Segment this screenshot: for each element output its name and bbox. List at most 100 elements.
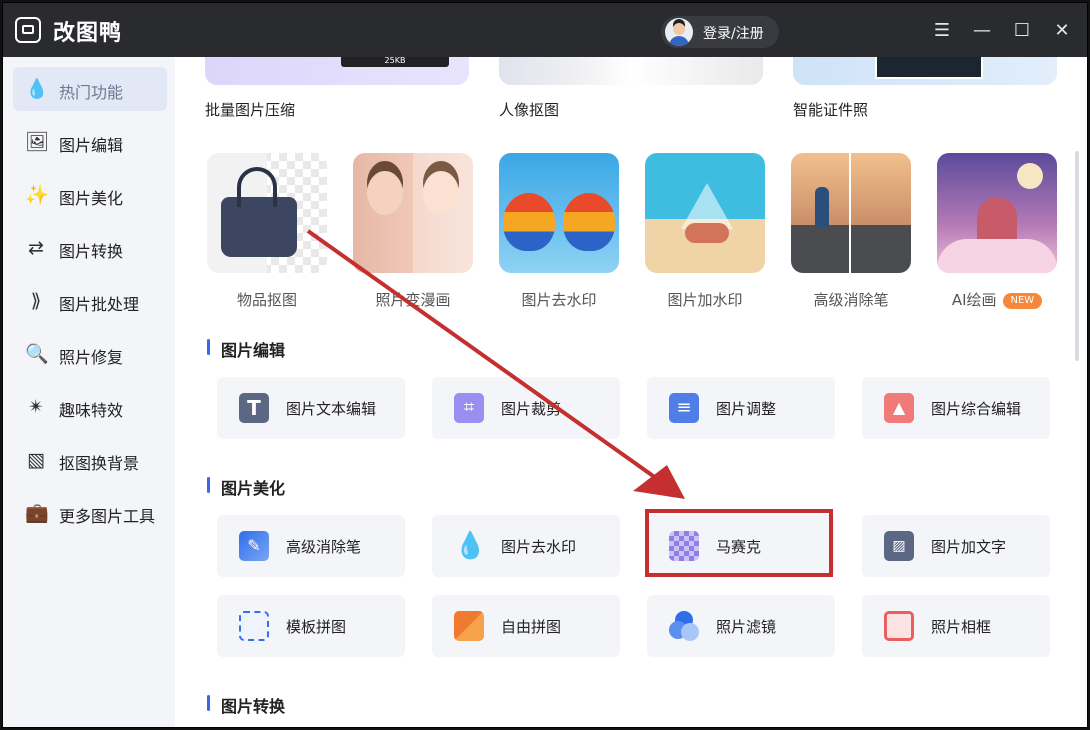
sidebar-item-label: 热门功能 [59,83,124,102]
featured-label[interactable]: 照片变漫画 [353,289,473,310]
top-card-portrait-cutout[interactable] [499,57,763,85]
template-collage-icon [239,611,269,641]
tool-remove-watermark[interactable]: 💧 图片去水印 [432,515,620,577]
image-edit-icon: 🖼 [25,131,50,153]
sidebar-item-label: 更多图片工具 [59,507,156,526]
tool-free-collage[interactable]: 自由拼图 [432,595,620,657]
sidebar-item-photo-repair[interactable]: 🔍 照片修复 [13,332,167,376]
top-card-label[interactable]: 人像抠图 [499,99,559,120]
top-card-batch-compress[interactable]: 25KB [205,57,469,85]
new-badge: NEW [1002,292,1043,309]
comprehensive-edit-icon: ▲ [884,393,914,423]
sidebar-item-label: 图片批处理 [59,295,140,314]
compare-divider [849,153,851,273]
scrollbar[interactable] [1075,151,1079,361]
featured-item-remove-watermark[interactable] [499,153,619,273]
login-label: 登录/注册 [703,26,764,42]
tool-crop[interactable]: ⌗ 图片裁剪 [432,377,620,439]
main-content: 25KB 批量图片压缩 人像抠图 智能证件照 物品抠图 照片变漫画 图片去水印 [175,57,1087,727]
sidebar-item-image-edit[interactable]: 🖼 图片编辑 [13,120,167,164]
featured-item-cutout[interactable] [207,153,327,273]
tool-label: 自由拼图 [501,618,562,636]
tool-text-edit[interactable]: T 图片文本编辑 [217,377,405,439]
top-card-id-photo[interactable] [793,57,1057,85]
close-icon[interactable]: ✕ [1049,18,1075,44]
crop-icon: ⌗ [454,393,484,423]
tool-label: 图片调整 [716,400,777,418]
magic-effect-icon: ✴ [28,396,44,418]
sidebar-item-image-convert[interactable]: ⇄ 图片转换 [13,226,167,270]
tool-filter[interactable]: 照片滤镜 [647,595,835,657]
featured-label[interactable]: 图片加水印 [645,289,765,310]
sidebar-item-hot[interactable]: 💧 热门功能 [13,67,167,111]
photo-frame-icon [884,611,914,641]
free-collage-icon [454,611,484,641]
eraser-pen-icon: ✎ [239,531,269,561]
section-bar [207,695,210,711]
person-silhouette [815,187,829,227]
featured-item-eraser[interactable] [791,153,911,273]
section-title-image-beautify: 图片美化 [221,479,286,498]
sidebar-item-more-tools[interactable]: 💼 更多图片工具 [13,491,167,535]
avatar-icon [665,18,693,46]
sidebar-item-batch[interactable]: ⟫ 图片批处理 [13,279,167,323]
app-name: 改图鸭 [53,21,123,46]
app-window: 改图鸭 登录/注册 ☰ — ☐ ✕ 💧 热门功能 🖼 图片编辑 ✨ 图片美化 ⇄… [2,2,1088,728]
highlight-box [645,509,833,577]
minimize-icon[interactable]: — [969,18,995,44]
app-logo-icon [15,17,41,43]
face-right [423,171,459,215]
tool-template-collage[interactable]: 模板拼图 [217,595,405,657]
sidebar-item-image-beautify[interactable]: ✨ 图片美化 [13,173,167,217]
menu-icon[interactable]: ☰ [929,18,955,44]
image-convert-icon: ⇄ [28,237,44,259]
tool-label: 图片去水印 [501,538,577,556]
add-text-icon: ▨ [884,531,914,561]
section-title-image-convert: 图片转换 [221,697,286,716]
title-bar: 改图鸭 登录/注册 ☰ — ☐ ✕ [3,3,1087,57]
tool-comprehensive-edit[interactable]: ▲ 图片综合编辑 [862,377,1050,439]
tool-label: 照片滤镜 [716,618,777,636]
featured-label[interactable]: 物品抠图 [207,289,327,310]
featured-label-ai[interactable]: AI绘画 NEW [937,289,1057,310]
watermark-drop-icon: 💧 [454,531,487,561]
section-title-image-edit: 图片编辑 [221,341,286,360]
featured-label[interactable]: 高级消除笔 [791,289,911,310]
featured-item-cartoon[interactable] [353,153,473,273]
tool-eraser-pen[interactable]: ✎ 高级消除笔 [217,515,405,577]
login-button[interactable]: 登录/注册 [661,16,779,48]
tool-label: 照片相框 [931,618,992,636]
sidebar-item-label: 照片修复 [59,348,124,367]
tool-adjust[interactable]: ≡ 图片调整 [647,377,835,439]
sidebar-item-label: 图片编辑 [59,136,124,155]
tool-label: 高级消除笔 [286,538,362,556]
sidebar-item-label: 图片转换 [59,242,124,261]
top-card-label[interactable]: 批量图片压缩 [205,99,295,120]
fire-drop-icon: 💧 [25,78,49,100]
handbag-handle [237,167,277,207]
castle-shape [977,197,1017,245]
sidebar-item-fun-effects[interactable]: ✴ 趣味特效 [13,385,167,429]
sidebar-item-label: 抠图换背景 [59,454,140,473]
balloon-right [563,193,615,251]
cutout-background-icon: ▧ [27,449,45,471]
maximize-icon[interactable]: ☐ [1009,18,1035,44]
batch-process-icon: ⟫ [30,290,42,312]
photo-repair-icon: 🔍 [25,343,49,365]
sidebar: 💧 热门功能 🖼 图片编辑 ✨ 图片美化 ⇄ 图片转换 ⟫ 图片批处理 🔍 照片… [3,57,175,727]
adjust-icon: ≡ [669,393,699,423]
section-bar [207,339,210,355]
image-beautify-icon: ✨ [25,184,49,206]
featured-item-add-watermark[interactable] [645,153,765,273]
top-card-label[interactable]: 智能证件照 [793,99,868,120]
tool-label: 图片综合编辑 [931,400,1022,418]
featured-item-ai-painting[interactable] [937,153,1057,273]
sidebar-item-cutout-bg[interactable]: ▧ 抠图换背景 [13,438,167,482]
tool-add-text[interactable]: ▨ 图片加文字 [862,515,1050,577]
featured-label[interactable]: 图片去水印 [499,289,619,310]
sidebar-item-label: 趣味特效 [59,401,124,420]
tool-photo-frame[interactable]: 照片相框 [862,595,1050,657]
filter-circle [681,623,699,641]
file-size-overlay: 25KB [341,57,449,67]
featured-label: AI绘画 [951,291,997,309]
